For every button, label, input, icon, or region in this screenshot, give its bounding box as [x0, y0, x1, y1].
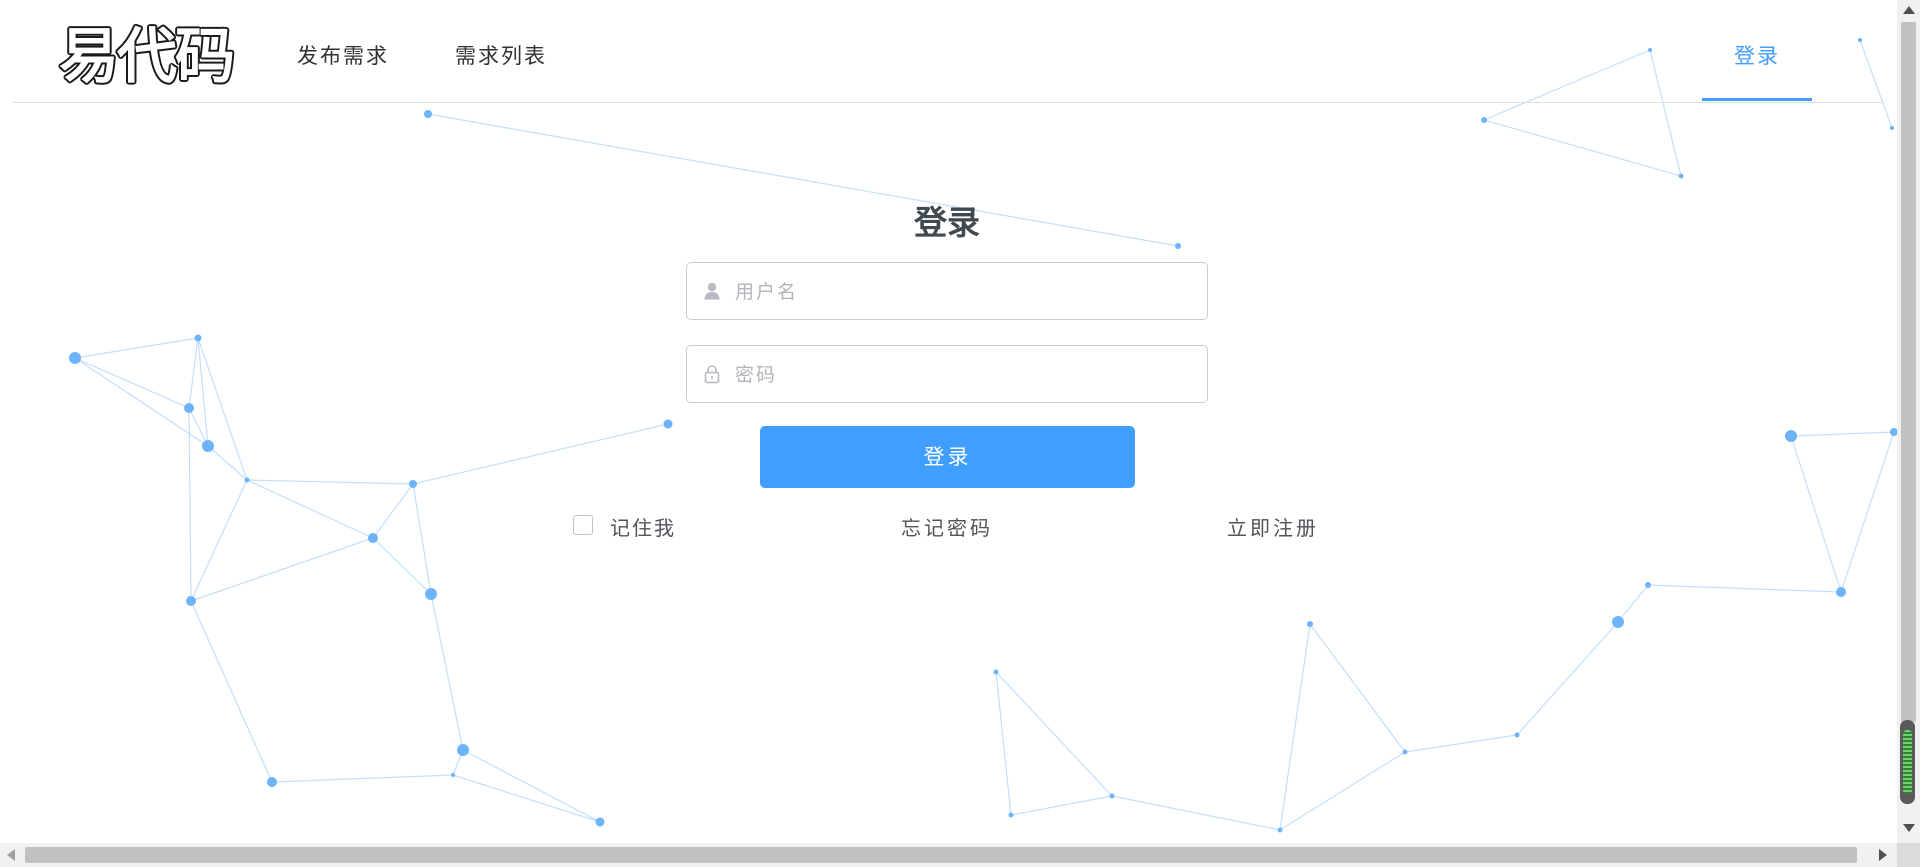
username-input[interactable] — [733, 263, 1197, 320]
lock-icon — [704, 365, 720, 384]
horizontal-scroll-thumb[interactable] — [25, 847, 1857, 863]
scroll-grip-icon[interactable] — [1900, 720, 1915, 804]
scroll-down-arrow-icon[interactable] — [1903, 824, 1915, 832]
remember-me-checkbox[interactable] — [573, 515, 593, 535]
logo-text: 易代码 — [59, 22, 233, 90]
particle-link — [1617, 584, 1649, 623]
particle-dot — [186, 596, 196, 606]
particle-dot — [1836, 587, 1846, 597]
particle-dot — [1514, 732, 1520, 738]
particle-link — [995, 671, 1113, 797]
login-title: 登录 — [914, 203, 980, 242]
particle-dot — [451, 773, 455, 777]
particle-link — [372, 483, 414, 539]
horizontal-scrollbar[interactable] — [0, 843, 1897, 867]
particle-dot — [425, 588, 437, 600]
particle-dot — [1785, 430, 1797, 442]
particle-link — [995, 671, 1012, 816]
particle-link — [246, 479, 414, 485]
particle-link — [452, 774, 601, 823]
particle-link — [188, 407, 192, 602]
particle-dot — [1678, 173, 1684, 179]
particle-link — [1483, 119, 1682, 177]
particle-dot — [663, 419, 673, 429]
particle-dot — [69, 352, 81, 364]
register-now-link[interactable]: 立即注册 — [1227, 512, 1319, 541]
particle-link — [1647, 584, 1842, 593]
vertical-scrollbar[interactable] — [1897, 0, 1920, 843]
particle-link — [1010, 795, 1113, 816]
particle-link — [462, 749, 601, 823]
particle-dot — [1645, 582, 1651, 588]
password-input[interactable] — [733, 346, 1197, 403]
nav-login-tab[interactable]: 登录 — [1702, 0, 1812, 101]
particle-dot — [1481, 117, 1487, 123]
scroll-up-arrow-icon[interactable] — [1903, 6, 1915, 14]
particle-link — [188, 337, 199, 409]
particle-dot — [267, 777, 277, 787]
particle-dot — [244, 477, 250, 483]
particle-link — [430, 593, 464, 751]
nav-publish-request[interactable]: 发布需求 — [297, 40, 389, 70]
particle-dot — [368, 533, 378, 543]
particle-link — [1279, 751, 1406, 831]
particle-dot — [194, 334, 202, 342]
particle-link — [246, 479, 374, 539]
username-field[interactable] — [686, 262, 1208, 320]
particle-link — [1790, 431, 1895, 437]
particle-dot — [1109, 793, 1115, 799]
particle-link — [1404, 734, 1518, 753]
particle-background — [69, 38, 1898, 833]
particle-link — [412, 483, 432, 595]
page: 易代码 发布需求 需求列表 登录 登录 登录 记住我 忘记密码 立即注册 — [0, 0, 1920, 867]
particle-dot — [409, 480, 417, 488]
particle-dot — [993, 669, 999, 675]
particle-link — [74, 357, 190, 409]
particle-link — [412, 423, 669, 485]
particle-dot — [1890, 126, 1894, 130]
nav-login-label: 登录 — [1734, 44, 1780, 68]
particle-link — [1516, 621, 1619, 736]
particle-link — [190, 600, 273, 783]
forgot-password-link[interactable]: 忘记密码 — [901, 512, 993, 541]
particle-dot — [1612, 616, 1624, 628]
user-icon — [704, 282, 720, 300]
particle-dot — [202, 440, 214, 452]
nav-request-list[interactable]: 需求列表 — [455, 40, 547, 70]
logo-image: 易代码 — [57, 20, 237, 94]
top-navbar: 易代码 发布需求 需求列表 登录 — [12, 0, 1882, 103]
scrollbar-corner — [1897, 843, 1920, 867]
particle-link — [271, 774, 454, 783]
particle-link — [190, 479, 248, 602]
particle-dot — [1307, 621, 1313, 627]
particle-link — [74, 357, 209, 447]
site-logo[interactable]: 易代码 — [44, 16, 249, 94]
particle-link — [190, 537, 374, 602]
remember-me-label[interactable]: 记住我 — [610, 512, 676, 541]
particle-link — [1309, 623, 1406, 753]
particle-link — [1279, 623, 1311, 831]
particle-link — [1840, 431, 1895, 593]
vertical-scroll-thumb[interactable] — [1901, 22, 1916, 722]
particle-dot — [457, 744, 469, 756]
particle-dot — [424, 110, 432, 118]
particle-dot — [1277, 827, 1283, 833]
particle-link — [1790, 435, 1842, 593]
particle-dot — [184, 403, 194, 413]
scroll-left-arrow-icon[interactable] — [7, 849, 15, 861]
particle-link — [1111, 795, 1281, 831]
password-field[interactable] — [686, 345, 1208, 403]
particle-link — [372, 537, 432, 595]
particle-dot — [595, 817, 605, 827]
login-submit-button[interactable]: 登录 — [760, 426, 1135, 488]
particle-link — [74, 337, 199, 359]
scroll-right-arrow-icon[interactable] — [1879, 849, 1887, 861]
particle-dot — [1008, 812, 1014, 818]
particle-dot — [1402, 749, 1408, 755]
